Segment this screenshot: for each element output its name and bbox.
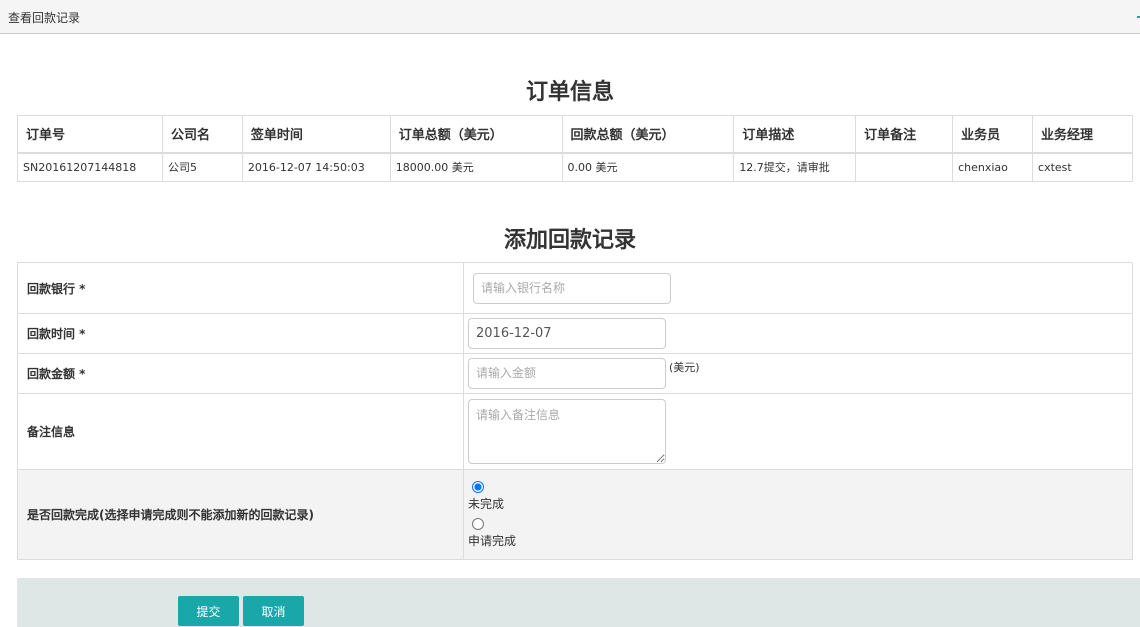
amount-unit: (美元) xyxy=(669,361,700,374)
cell-payment-total: 0.00 美元 xyxy=(561,152,735,182)
radio-option-apply-complete[interactable]: 申请完成 xyxy=(468,517,1132,549)
top-bar: 查看回款记录 xyxy=(0,0,1140,34)
cell-salesperson: chenxiao xyxy=(952,152,1034,182)
col-manager: 业务经理 xyxy=(1032,115,1133,154)
action-bar: 提交 取消 xyxy=(17,578,1140,627)
col-company: 公司名 xyxy=(161,115,243,154)
cell-manager: cxtest xyxy=(1032,152,1133,182)
col-remark: 订单备注 xyxy=(855,115,954,154)
radio-incomplete-label[interactable]: 未完成 xyxy=(468,495,1132,512)
amount-row: 回款金额 * (美元) xyxy=(17,353,1133,394)
bank-label: 回款银行 * xyxy=(17,262,464,314)
date-row: 回款时间 * xyxy=(17,313,1133,354)
radio-incomplete[interactable] xyxy=(472,480,484,493)
cell-company: 公司5 xyxy=(161,152,243,182)
cell-description: 12.7提交，请审批 xyxy=(733,152,857,182)
radio-option-incomplete[interactable]: 未完成 xyxy=(468,480,1132,512)
table-row: SN20161207144818 公司5 2016-12-07 14:50:03… xyxy=(17,152,1133,182)
bank-input[interactable] xyxy=(473,272,671,304)
bank-row: 回款银行 * xyxy=(17,262,1133,314)
amount-input[interactable] xyxy=(468,358,666,389)
radio-apply-complete-label[interactable]: 申请完成 xyxy=(468,532,1132,549)
date-label: 回款时间 * xyxy=(17,313,464,354)
cell-remark xyxy=(855,152,954,182)
order-table-header: 订单号 公司名 签单时间 订单总额（美元） 回款总额（美元） 订单描述 订单备注… xyxy=(17,115,1133,154)
cell-sign-time: 2016-12-07 14:50:03 xyxy=(241,152,391,182)
note-label: 备注信息 xyxy=(17,393,464,470)
note-textarea[interactable] xyxy=(468,399,666,464)
col-order-total: 订单总额（美元） xyxy=(389,115,563,154)
amount-label: 回款金额 * xyxy=(17,353,464,394)
col-salesperson: 业务员 xyxy=(952,115,1034,154)
complete-label: 是否回款完成(选择申请完成则不能添加新的回款记录) xyxy=(17,469,464,560)
add-section-title: 添加回款记录 xyxy=(503,228,636,253)
col-order-no: 订单号 xyxy=(17,115,163,154)
date-input[interactable] xyxy=(468,318,666,349)
col-description: 订单描述 xyxy=(733,115,857,154)
submit-button[interactable]: 提交 xyxy=(178,596,239,626)
col-sign-time: 签单时间 xyxy=(241,115,391,154)
complete-row: 是否回款完成(选择申请完成则不能添加新的回款记录) 未完成 申请完成 xyxy=(17,469,1133,560)
cancel-button[interactable]: 取消 xyxy=(243,596,304,626)
payment-form: 回款银行 * 回款时间 * 回款金额 * (美元) 备注信息 是否回款完成(选择… xyxy=(17,262,1133,560)
note-row: 备注信息 xyxy=(17,393,1133,470)
cell-order-no: SN20161207144818 xyxy=(17,152,163,182)
order-table: 订单号 公司名 签单时间 订单总额（美元） 回款总额（美元） 订单描述 订单备注… xyxy=(17,115,1133,182)
order-section-title: 订单信息 xyxy=(525,80,614,105)
page-title: 查看回款记录 xyxy=(8,11,81,25)
col-payment-total: 回款总额（美元） xyxy=(561,115,735,154)
cell-order-total: 18000.00 美元 xyxy=(389,152,563,182)
radio-apply-complete[interactable] xyxy=(472,517,484,530)
